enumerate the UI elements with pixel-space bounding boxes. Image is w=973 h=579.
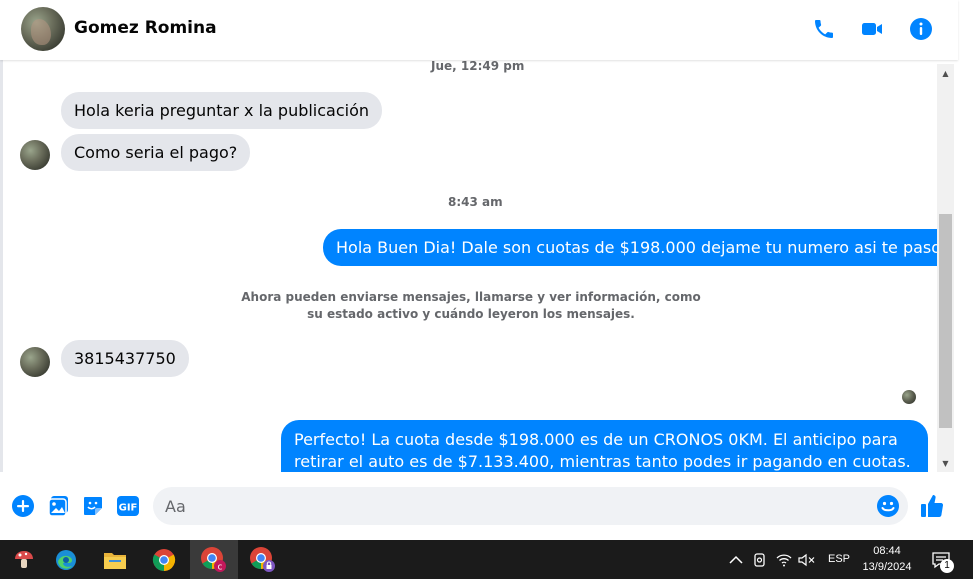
gif-icon[interactable]: GIF	[116, 494, 140, 518]
timestamp-top: Jue, 12:49 pm	[431, 60, 525, 73]
message-input-container[interactable]	[153, 487, 908, 525]
sender-avatar[interactable]	[20, 140, 50, 170]
timestamp-mid: 8:43 am	[448, 195, 503, 209]
contact-avatar[interactable]	[21, 7, 65, 51]
info-icon[interactable]	[908, 16, 934, 42]
window-right-gutter	[958, 472, 973, 540]
chat-scrollbar[interactable]: ▲ ▼	[937, 64, 954, 472]
sender-avatar[interactable]	[20, 347, 50, 377]
phone-icon[interactable]	[811, 16, 837, 42]
message-input[interactable]	[165, 487, 865, 525]
svg-text:c: c	[218, 562, 223, 572]
chevron-up-icon[interactable]	[727, 551, 745, 569]
volume-muted-icon[interactable]	[798, 551, 816, 569]
svg-text:GIF: GIF	[119, 503, 138, 514]
message-outgoing[interactable]: Hola Buen Dia! Dale son cuotas de $198.0…	[323, 229, 937, 266]
scroll-up-arrow-icon[interactable]: ▲	[937, 66, 954, 80]
message-outgoing[interactable]: Perfecto! La cuota desde $198.000 es de …	[281, 420, 928, 472]
chat-header: Gomez Romina	[0, 0, 958, 60]
contact-name[interactable]: Gomez Romina	[74, 18, 217, 38]
message-list[interactable]: Jue, 12:49 pm Hola keria preguntar x la …	[3, 60, 937, 472]
message-incoming[interactable]: 3815437750	[61, 340, 189, 377]
message-incoming[interactable]: Como seria el pago?	[61, 134, 251, 171]
meet-now-icon[interactable]	[751, 551, 769, 569]
gallery-icon[interactable]	[47, 494, 71, 518]
messenger-window: Gomez Romina Jue, 12:49 pm Hola keria pr…	[0, 0, 973, 579]
chrome-profile-lock-icon[interactable]	[239, 540, 287, 579]
taskbar-clock[interactable]: 08:44 13/9/2024	[858, 543, 916, 575]
sticker-icon[interactable]	[81, 494, 105, 518]
like-icon[interactable]	[918, 492, 946, 520]
taskbar: c ESP 08:44 13/9/2024 1	[0, 540, 973, 579]
chrome-profile-c-icon[interactable]: c	[190, 540, 238, 579]
emoji-icon[interactable]	[876, 494, 900, 518]
file-explorer-icon[interactable]	[91, 540, 139, 579]
wifi-icon[interactable]	[775, 551, 793, 569]
edge-icon[interactable]	[42, 540, 90, 579]
clock-date: 13/9/2024	[862, 561, 912, 573]
scroll-thumb[interactable]	[939, 214, 952, 428]
message-incoming[interactable]: Hola keria preguntar x la publicación	[61, 92, 383, 129]
scroll-down-arrow-icon[interactable]: ▼	[937, 456, 954, 470]
system-message: Ahora pueden enviarse mensajes, llamarse…	[241, 290, 701, 321]
chrome-icon[interactable]	[140, 540, 188, 579]
composer-bar: GIF	[0, 472, 958, 540]
notification-count-badge: 1	[940, 559, 954, 573]
seen-receipt-avatar	[902, 390, 916, 404]
mushroom-app-icon[interactable]	[0, 540, 48, 579]
add-circle-icon[interactable]	[11, 494, 35, 518]
clock-time: 08:44	[873, 545, 901, 557]
language-indicator[interactable]: ESP	[828, 553, 850, 565]
video-camera-icon[interactable]	[859, 16, 885, 42]
